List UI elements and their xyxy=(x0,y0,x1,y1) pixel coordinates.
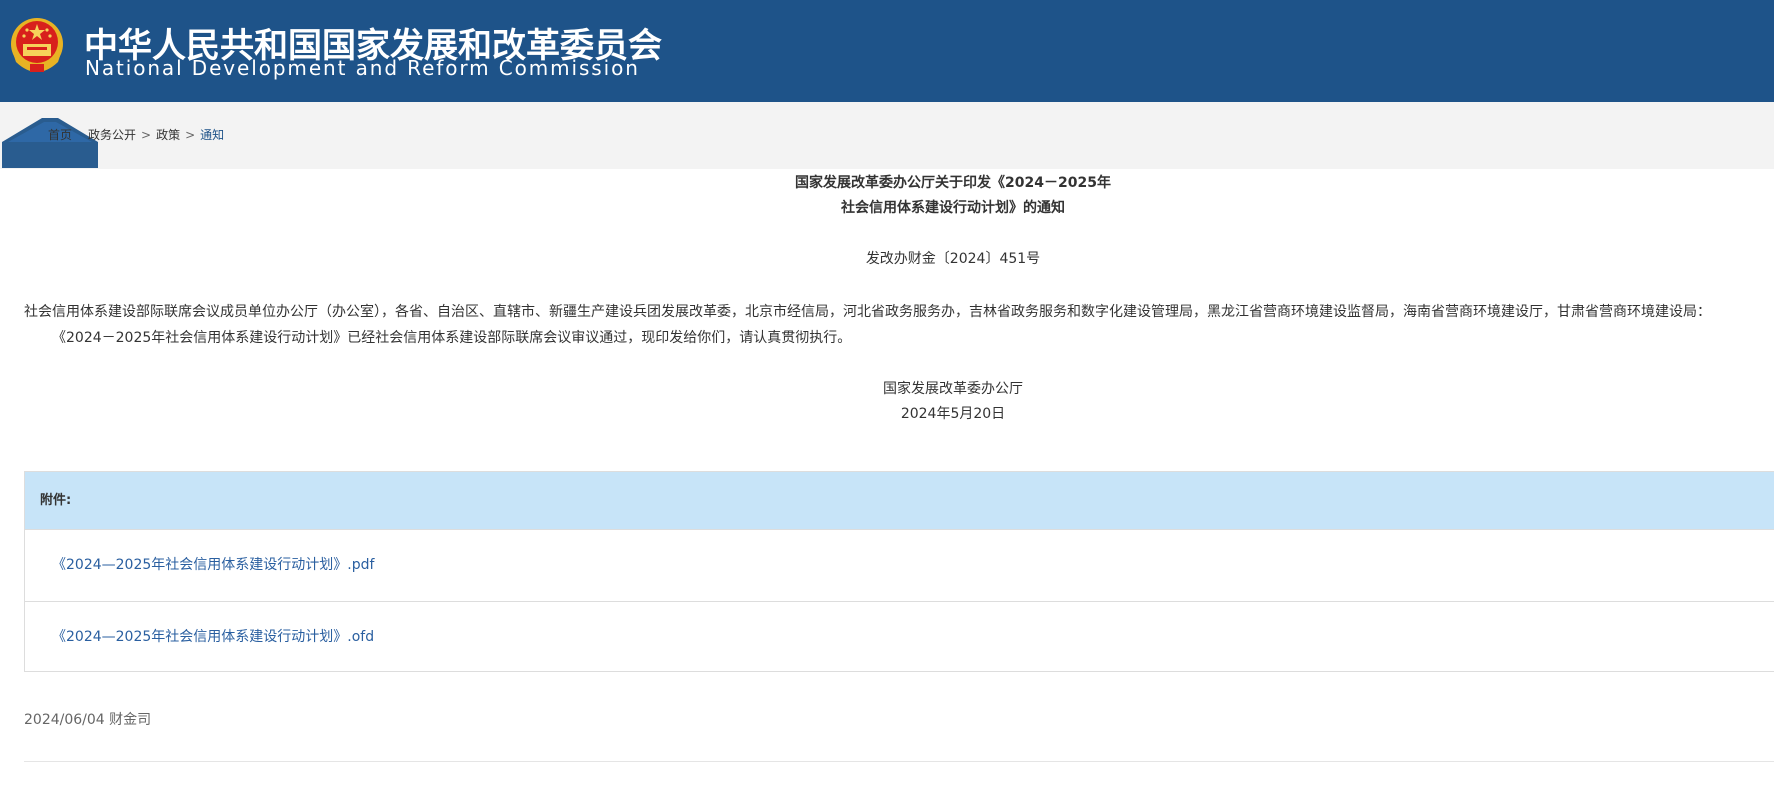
document-title-line2: 社会信用体系建设行动计划》的通知 xyxy=(841,200,1065,216)
site-header: 中华人民共和国国家发展和改革委员会 National Development a… xyxy=(0,0,1774,102)
document-title-line1: 国家发展改革委办公厅关于印发《2024－2025年 xyxy=(795,175,1111,191)
breadcrumb-home[interactable]: 首页 xyxy=(48,128,72,142)
document-number: 发改办财金〔2024〕451号 xyxy=(865,251,1041,267)
attachment-link-ofd[interactable]: 《2024—2025年社会信用体系建设行动计划》.ofd xyxy=(25,602,1774,673)
breadcrumb-separator: > xyxy=(141,128,152,142)
attachments-panel: 附件: 《2024—2025年社会信用体系建设行动计划》.pdf 《2024—2… xyxy=(24,471,1774,672)
breadcrumb: 首页 政务公开 > 政策 > 通知 xyxy=(48,126,224,143)
publish-info: 2024/06/04 财金司 xyxy=(24,712,152,728)
breadcrumb-item-gov-affairs[interactable]: 政务公开 xyxy=(88,128,136,142)
document-signer: 国家发展改革委办公厅 xyxy=(883,381,1023,397)
site-title-en[interactable]: National Development and Reform Commissi… xyxy=(85,56,640,80)
breadcrumb-item-notice[interactable]: 通知 xyxy=(200,128,224,142)
breadcrumb-item-policy[interactable]: 政策 xyxy=(156,128,180,142)
attachment-link-pdf[interactable]: 《2024—2025年社会信用体系建设行动计划》.pdf xyxy=(25,530,1774,602)
document-addressees: 社会信用体系建设部际联席会议成员单位办公厅（办公室），各省、自治区、直辖市、新疆… xyxy=(24,304,1711,320)
breadcrumb-bar xyxy=(0,102,1774,169)
divider xyxy=(24,761,1774,762)
breadcrumb-separator: > xyxy=(185,128,196,142)
document-body: 《2024－2025年社会信用体系建设行动计划》已经社会信用体系建设部际联席会议… xyxy=(52,330,852,346)
national-emblem-icon[interactable] xyxy=(8,16,66,76)
attachments-label: 附件: xyxy=(25,472,1774,530)
document-date: 2024年5月20日 xyxy=(900,406,1006,422)
